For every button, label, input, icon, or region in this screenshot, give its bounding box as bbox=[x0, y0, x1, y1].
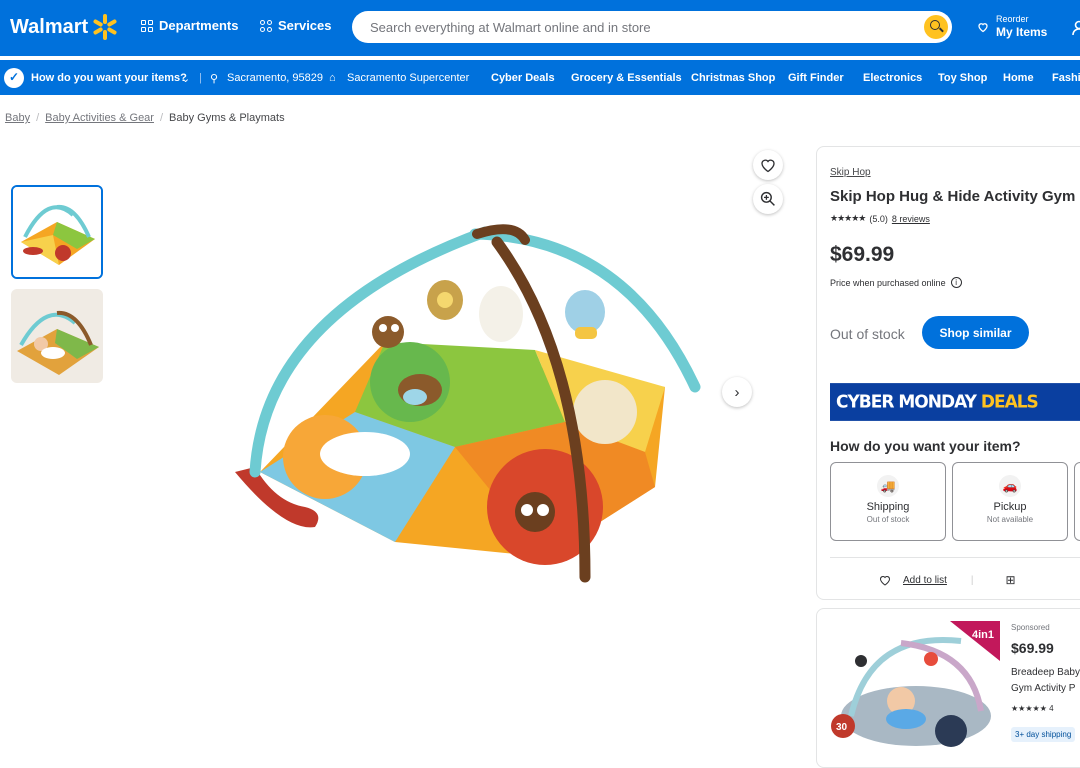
badge-count: 30 bbox=[836, 722, 848, 733]
nav-christmas-shop[interactable]: Christmas Shop bbox=[691, 72, 775, 84]
divider: | bbox=[199, 72, 202, 84]
add-to-list-link[interactable]: Add to list bbox=[903, 575, 947, 586]
pickup-option[interactable]: 🚗 Pickup Not available bbox=[952, 462, 1068, 541]
chevron-down-icon[interactable]: ⌄ bbox=[181, 72, 190, 85]
breadcrumb-separator: / bbox=[36, 112, 39, 124]
reorder-my-items[interactable]: Reorder My Items bbox=[977, 14, 1047, 39]
services-label: Services bbox=[278, 18, 332, 33]
reviews-link[interactable]: 8 reviews bbox=[892, 214, 930, 224]
nav-toy-shop[interactable]: Toy Shop bbox=[938, 72, 987, 84]
pickup-status: Not available bbox=[953, 515, 1067, 524]
breadcrumb-baby[interactable]: Baby bbox=[5, 112, 30, 124]
heart-icon bbox=[879, 575, 891, 586]
zoom-in-icon[interactable] bbox=[753, 184, 783, 214]
price-note-text: Price when purchased online bbox=[830, 278, 946, 288]
shop-similar-button[interactable]: Shop similar bbox=[922, 316, 1029, 349]
nav-gift-finder[interactable]: Gift Finder bbox=[788, 72, 844, 84]
add-to-list-row: Add to list | ⊞ bbox=[879, 573, 1016, 587]
car-icon: 🚗 bbox=[999, 475, 1021, 497]
nav-cyber-deals[interactable]: Cyber Deals bbox=[491, 72, 555, 84]
nav-fashion[interactable]: Fashion bbox=[1052, 72, 1080, 84]
departments-button[interactable]: Departments bbox=[141, 18, 238, 33]
sub-navigation: How do you want your items? ⌄ | ⚲ Sacram… bbox=[0, 60, 1080, 95]
registry-gift-icon[interactable]: ⊞ bbox=[1006, 573, 1016, 587]
breadcrumb: Baby / Baby Activities & Gear / Baby Gym… bbox=[5, 112, 285, 124]
heart-icon bbox=[977, 21, 989, 33]
info-icon[interactable]: i bbox=[951, 277, 962, 288]
thumbnail-1[interactable] bbox=[11, 185, 103, 279]
sponsored-price: $69.99 bbox=[1011, 640, 1054, 656]
spark-icon bbox=[92, 14, 118, 40]
search-bar bbox=[352, 11, 952, 43]
four-in-one-badge: 4in1 bbox=[950, 621, 1000, 661]
services-icon bbox=[260, 20, 272, 32]
breadcrumb-baby-activities[interactable]: Baby Activities & Gear bbox=[45, 112, 154, 124]
divider bbox=[830, 557, 1080, 558]
divider: | bbox=[971, 575, 974, 586]
shipping-label: Shipping bbox=[831, 501, 945, 513]
search-input[interactable] bbox=[370, 11, 910, 43]
stock-status: Out of stock bbox=[830, 326, 905, 342]
cyber-text: CYBER MONDAY bbox=[836, 392, 981, 413]
location-text[interactable]: Sacramento, 95829 bbox=[227, 72, 323, 84]
my-items-label: My Items bbox=[996, 25, 1047, 39]
brand-link[interactable]: Skip Hop bbox=[830, 167, 871, 178]
star-rating-icon: ★★★★★ bbox=[830, 213, 865, 224]
search-icon[interactable] bbox=[924, 15, 948, 39]
nav-electronics[interactable]: Electronics bbox=[863, 72, 922, 84]
fulfillment-question[interactable]: How do you want your items? bbox=[31, 72, 187, 84]
departments-label: Departments bbox=[159, 18, 238, 33]
favorite-heart-icon[interactable] bbox=[753, 150, 783, 180]
account-icon[interactable] bbox=[1072, 20, 1080, 36]
product-info-panel: Skip Hop Skip Hop Hug & Hide Activity Gy… bbox=[816, 146, 1080, 600]
header: Walmart Departments Services Reorder My … bbox=[0, 0, 1080, 56]
shipping-badge: 3+ day shipping bbox=[1011, 727, 1075, 742]
store-text[interactable]: Sacramento Supercenter bbox=[347, 72, 469, 84]
walmart-logo[interactable]: Walmart bbox=[10, 14, 118, 40]
logo-text: Walmart bbox=[10, 16, 88, 39]
rating-value: (5.0) bbox=[869, 214, 888, 224]
cyber-deals-text: DEALS bbox=[981, 392, 1038, 413]
nav-grocery[interactable]: Grocery & Essentials bbox=[571, 72, 682, 84]
next-image-chevron-icon[interactable]: › bbox=[722, 377, 752, 407]
nav-home[interactable]: Home bbox=[1003, 72, 1034, 84]
product-price: $69.99 bbox=[830, 243, 894, 267]
grid-icon bbox=[141, 20, 153, 32]
product-main-image bbox=[205, 222, 715, 592]
pickup-label: Pickup bbox=[953, 501, 1067, 513]
delivery-option[interactable] bbox=[1074, 462, 1080, 541]
breadcrumb-separator: / bbox=[160, 112, 163, 124]
thumbnail-2[interactable] bbox=[11, 289, 103, 383]
price-note: Price when purchased online i bbox=[830, 277, 962, 288]
product-title: Skip Hop Hug & Hide Activity Gym bbox=[830, 188, 1075, 205]
shipping-option[interactable]: 🚚 Shipping Out of stock bbox=[830, 462, 946, 541]
truck-icon: 🚚 bbox=[877, 475, 899, 497]
sponsored-label: Sponsored bbox=[1011, 623, 1050, 632]
delivery-check-icon bbox=[4, 68, 24, 88]
shipping-status: Out of stock bbox=[831, 515, 945, 524]
rating-row: ★★★★★ (5.0) 8 reviews bbox=[830, 213, 930, 224]
sponsored-product-card[interactable]: 30 4in1 Sponsored $69.99 Breadeep Baby G… bbox=[816, 608, 1080, 768]
badge-text: 4in1 bbox=[972, 629, 994, 641]
cyber-monday-banner[interactable]: CYBER MONDAY DEALS bbox=[830, 383, 1080, 421]
sponsored-rating: ★★★★★ 4 bbox=[1011, 704, 1054, 713]
services-button[interactable]: Services bbox=[260, 18, 332, 33]
breadcrumb-current: Baby Gyms & Playmats bbox=[169, 112, 285, 124]
location-pin-icon: ⚲ bbox=[210, 72, 218, 85]
store-icon: ⌂ bbox=[329, 72, 336, 84]
sponsored-name[interactable]: Breadeep Baby Gym Activity P bbox=[1011, 665, 1080, 697]
fulfillment-title: How do you want your item? bbox=[830, 438, 1021, 454]
reorder-label: Reorder bbox=[996, 14, 1047, 24]
sponsored-review-count: 4 bbox=[1049, 704, 1053, 713]
star-rating-icon: ★★★★★ bbox=[1011, 704, 1047, 713]
